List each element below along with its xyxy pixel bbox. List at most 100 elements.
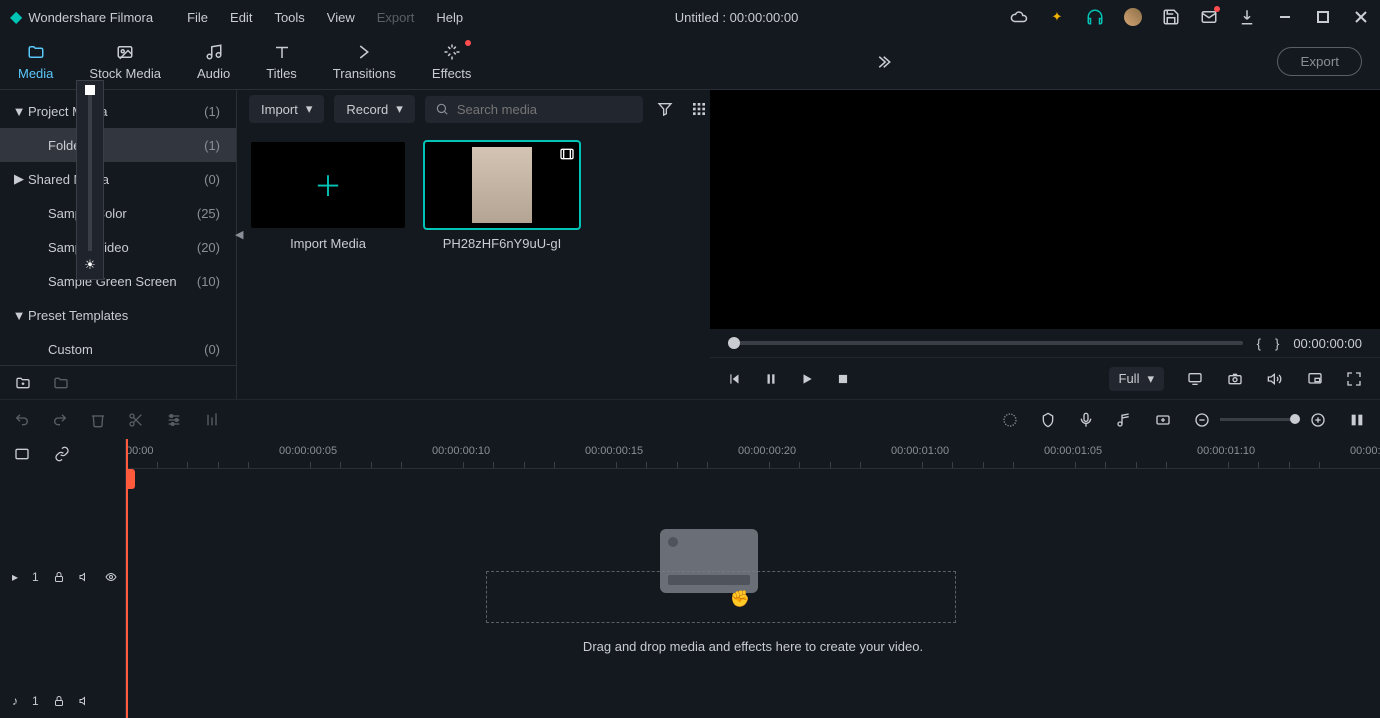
zoom-out-icon[interactable]	[1194, 412, 1210, 428]
cloud-icon[interactable]	[1010, 8, 1028, 26]
panel-collapse-icon[interactable]: ◀	[235, 228, 243, 241]
brightness-track[interactable]	[88, 87, 92, 251]
volume-icon[interactable]	[1266, 371, 1284, 387]
tree-item-label: Sample Green Screen	[48, 274, 197, 289]
plus-icon: ＋	[314, 165, 342, 205]
timeline-tracks-area[interactable]: ✊ Drag and drop media and effects here t…	[126, 469, 1380, 717]
more-tabs-icon[interactable]	[856, 53, 910, 71]
tree-item-count: (25)	[197, 206, 226, 221]
tree-item[interactable]: Custom(0)	[0, 332, 236, 365]
brightness-icon: ☀	[84, 257, 96, 273]
user-avatar[interactable]	[1124, 8, 1142, 26]
zoom-slider[interactable]	[1220, 418, 1300, 421]
tree-item-count: (20)	[197, 240, 226, 255]
filter-icon[interactable]	[653, 97, 677, 121]
folder-icon	[26, 42, 46, 62]
play-icon[interactable]	[800, 372, 814, 386]
preview-quality-dropdown[interactable]: Full▾	[1109, 367, 1164, 391]
ruler-tick-label: 00:00:00:15	[585, 445, 643, 457]
timeline-playhead[interactable]	[126, 439, 128, 718]
search-icon	[435, 102, 449, 116]
tree-arrow-icon: ▼	[10, 308, 28, 323]
export-button[interactable]: Export	[1277, 47, 1362, 76]
keyframe-icon[interactable]	[1154, 412, 1172, 428]
prev-frame-icon[interactable]	[728, 372, 742, 386]
chevron-down-icon: ▾	[1147, 371, 1154, 387]
pause-icon[interactable]	[764, 372, 778, 386]
audio-mixer-icon[interactable]	[1116, 412, 1132, 428]
display-icon[interactable]	[1186, 371, 1204, 387]
media-clip-thumb[interactable]	[425, 142, 579, 228]
zoom-fit-icon[interactable]	[1348, 412, 1366, 428]
download-icon[interactable]	[1238, 8, 1256, 26]
preview-viewport	[710, 90, 1380, 329]
preview-timecode: 00:00:00:00	[1293, 336, 1362, 351]
menu-file[interactable]: File	[187, 10, 208, 25]
tab-titles[interactable]: Titles	[248, 36, 315, 87]
grid-view-icon[interactable]	[687, 97, 711, 121]
tree-item[interactable]: Sample Color(25)	[0, 196, 236, 230]
audio-track-number: 1	[32, 694, 39, 708]
track-manage-icon[interactable]	[14, 446, 30, 462]
tree-item[interactable]: Sample Green Screen(10)	[0, 264, 236, 298]
import-media-button[interactable]: ＋	[251, 142, 405, 228]
media-search-input[interactable]	[457, 102, 633, 117]
stop-icon[interactable]	[836, 372, 850, 386]
tree-item[interactable]: ▶Shared Media(0)	[0, 162, 236, 196]
ruler-tick-label: 00:00:00:10	[432, 445, 490, 457]
render-icon[interactable]	[1002, 412, 1018, 428]
tree-item[interactable]: Sample Video(20)	[0, 230, 236, 264]
tab-label: Media	[18, 66, 53, 81]
window-minimize-icon[interactable]	[1276, 8, 1294, 26]
ruler-tick-label: 00:00:00:05	[279, 445, 337, 457]
scrubber-playhead[interactable]	[728, 337, 740, 349]
split-icon	[128, 412, 144, 428]
zoom-knob[interactable]	[1290, 414, 1300, 424]
zoom-in-icon[interactable]	[1310, 412, 1326, 428]
mark-out-icon[interactable]: }	[1275, 336, 1279, 351]
tab-transitions[interactable]: Transitions	[315, 36, 414, 87]
menu-tools[interactable]: Tools	[274, 10, 304, 25]
tree-item-label: Custom	[48, 342, 204, 357]
import-dropdown[interactable]: Import▾	[249, 95, 324, 123]
fullscreen-icon[interactable]	[1346, 371, 1362, 387]
menu-view[interactable]: View	[327, 10, 355, 25]
sparkle-icon[interactable]: ✦	[1048, 8, 1066, 26]
track-lock-icon[interactable]	[53, 695, 65, 707]
record-dropdown[interactable]: Record▾	[334, 95, 414, 123]
tree-item[interactable]: Folder(1)	[0, 128, 236, 162]
brightness-knob[interactable]	[85, 85, 95, 95]
timeline-ruler[interactable]: 00:0000:00:00:0500:00:00:1000:00:00:1500…	[126, 439, 1380, 469]
menu-help[interactable]: Help	[436, 10, 463, 25]
snapshot-icon[interactable]	[1226, 371, 1244, 387]
link-icon[interactable]	[54, 446, 70, 462]
track-visibility-icon[interactable]	[105, 571, 117, 583]
tree-item[interactable]: ▼Project Media(1)	[0, 94, 236, 128]
window-maximize-icon[interactable]	[1314, 8, 1332, 26]
tree-item-count: (1)	[204, 104, 226, 119]
track-mute-icon[interactable]	[79, 695, 91, 707]
tree-item-label: Shared Media	[28, 172, 204, 187]
support-icon[interactable]	[1086, 8, 1104, 26]
preview-scrubber[interactable]	[728, 341, 1243, 345]
track-mute-icon[interactable]	[79, 571, 91, 583]
pip-icon[interactable]	[1306, 371, 1324, 387]
track-lock-icon[interactable]	[53, 571, 65, 583]
tab-effects[interactable]: Effects	[414, 36, 490, 87]
voiceover-icon[interactable]	[1078, 412, 1094, 428]
window-close-icon[interactable]	[1352, 8, 1370, 26]
tree-item[interactable]: ▼Preset Templates	[0, 298, 236, 332]
audio-track-icon: ♪	[12, 694, 18, 708]
mail-icon[interactable]	[1200, 8, 1218, 26]
tab-audio[interactable]: Audio	[179, 36, 248, 87]
ruler-tick-label: 00:00:00:20	[738, 445, 796, 457]
new-folder-icon[interactable]	[14, 375, 32, 391]
menu-edit[interactable]: Edit	[230, 10, 252, 25]
marker-icon[interactable]	[1040, 412, 1056, 428]
tree-item-count: (10)	[197, 274, 226, 289]
tab-media[interactable]: Media	[0, 36, 71, 87]
chevron-down-icon: ▾	[306, 101, 313, 117]
save-icon[interactable]	[1162, 8, 1180, 26]
mark-in-icon[interactable]: {	[1257, 336, 1261, 351]
brightness-slider-popup[interactable]: ☀	[76, 80, 104, 280]
